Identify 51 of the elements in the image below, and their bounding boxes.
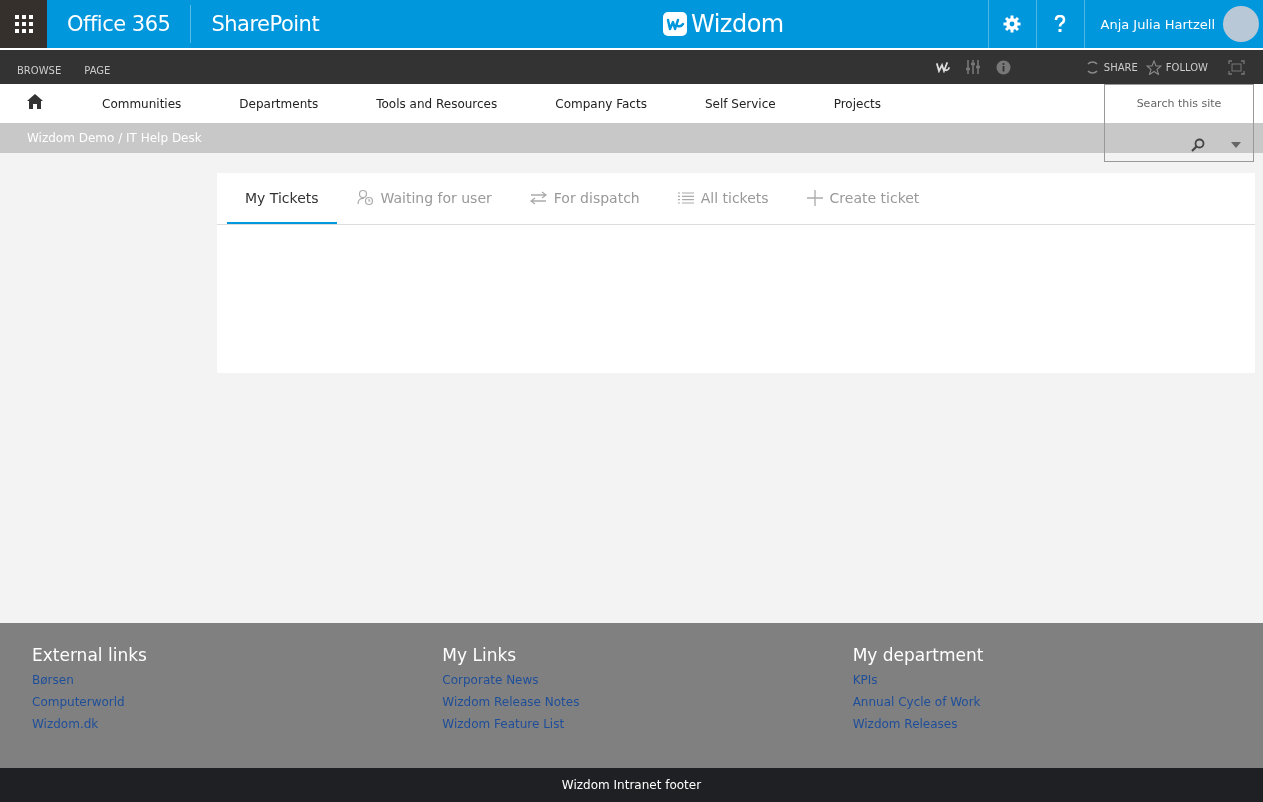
caret-icon[interactable] — [1231, 142, 1241, 148]
nav-link[interactable]: Self Service — [704, 96, 776, 111]
share-button[interactable]: SHARE — [1080, 59, 1142, 75]
footer-link[interactable]: Corporate News — [442, 669, 539, 691]
nav-link[interactable]: Company Facts — [555, 96, 647, 111]
info-icon[interactable] — [995, 59, 1011, 75]
footer-note: Wizdom Intranet footer — [561, 778, 702, 792]
footer-link[interactable]: Computerworld — [32, 691, 125, 713]
waffle-icon — [14, 15, 33, 33]
footer-heading: My Links — [442, 645, 517, 665]
avatar-placeholder[interactable] — [1223, 6, 1259, 42]
script-w-icon[interactable] — [935, 61, 950, 73]
footer-link[interactable]: Wizdom Release Notes — [442, 691, 580, 713]
footer-link[interactable]: Annual Cycle of Work — [852, 691, 981, 713]
ticket-tab[interactable]: For dispatch — [511, 173, 658, 224]
search-field[interactable]: Search this site — [1104, 84, 1254, 162]
follow-button[interactable]: FOLLOW — [1141, 59, 1212, 75]
nav-link[interactable]: Departments — [239, 96, 319, 111]
wizdom-logo: Wizdom — [662, 10, 784, 38]
focus-icon[interactable] — [1228, 59, 1245, 75]
ribbon-tab[interactable]: PAGE — [84, 58, 111, 76]
ticket-tab[interactable]: Create ticket — [788, 173, 938, 224]
user-name[interactable]: Anja Julia Hartzell — [1100, 16, 1215, 32]
star-icon — [1145, 59, 1162, 75]
app-launcher-button[interactable] — [0, 0, 47, 48]
footer-link[interactable]: Wizdom Feature List — [442, 713, 565, 735]
app-name[interactable]: SharePoint — [191, 12, 340, 36]
footer-link[interactable]: Wizdom Releases — [852, 713, 958, 735]
footer-heading: My department — [852, 645, 984, 665]
nav-link[interactable]: Tools and Resources — [376, 96, 498, 111]
swap-arrows-icon — [529, 190, 547, 205]
user-clock-icon — [356, 189, 374, 206]
footer-link[interactable]: Wizdom.dk — [32, 713, 99, 735]
product-name[interactable]: Office 365 — [47, 12, 191, 36]
settings-icon — [1003, 15, 1022, 33]
search-icon[interactable] — [1191, 138, 1205, 152]
footer-link[interactable]: KPIs — [852, 669, 878, 691]
footer-heading: External links — [32, 645, 147, 665]
ticket-tab[interactable]: Waiting for user — [338, 173, 510, 224]
nav-link[interactable]: Projects — [833, 96, 881, 111]
footer-link[interactable]: Børsen — [32, 669, 74, 691]
help-icon — [1054, 15, 1067, 33]
home-icon[interactable] — [27, 93, 43, 109]
list-icon — [677, 191, 694, 204]
ribbon-tab[interactable]: BROWSE — [17, 58, 62, 76]
sliders-icon[interactable] — [965, 59, 980, 75]
ticket-tab[interactable]: All tickets — [659, 173, 787, 224]
ticket-tab[interactable]: My Tickets — [227, 173, 337, 224]
nav-link[interactable]: Communities — [102, 96, 182, 111]
sync-icon — [1084, 59, 1100, 75]
plus-icon — [806, 189, 823, 206]
